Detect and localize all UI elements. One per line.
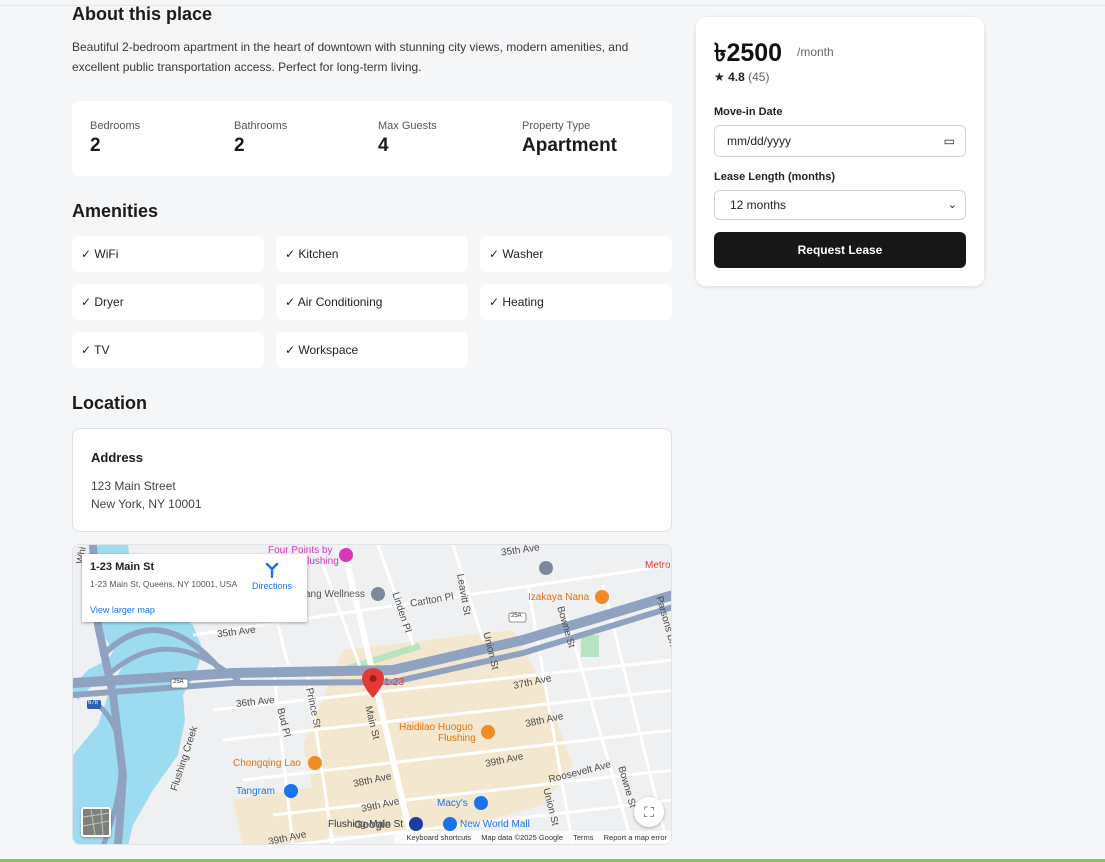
amenity-air-conditioning: ✓ Air Conditioning — [276, 284, 468, 320]
poi-label: Chongqing Lao — [233, 758, 301, 769]
amenity-dryer: ✓ Dryer — [72, 284, 264, 320]
poi-label: Macy's — [437, 798, 468, 809]
poi-label: Tangram — [236, 786, 275, 797]
amenity-kitchen: ✓ Kitchen — [276, 236, 468, 272]
restaurant-icon[interactable] — [308, 756, 322, 770]
stat-value: 2 — [234, 135, 245, 156]
stat-bedrooms: Bedrooms 2 — [90, 120, 140, 157]
stat-bathrooms: Bathrooms 2 — [234, 120, 287, 157]
map-embed[interactable]: 35th Ave 35th Ave Carlton Pl Linden Pl L… — [72, 544, 672, 845]
star-icon: ★ — [714, 70, 725, 84]
map-attribution: Keyboard shortcuts Map data ©2025 Google… — [394, 831, 671, 844]
stat-label: Bedrooms — [90, 120, 141, 132]
map-pin-icon[interactable] — [362, 668, 384, 698]
satellite-toggle[interactable] — [81, 807, 111, 837]
chevron-down-icon: ⌄ — [947, 199, 957, 211]
stat-label: Property Type — [522, 120, 591, 132]
stat-value: 4 — [378, 135, 389, 156]
stat-label: Max Guests — [378, 120, 437, 132]
stat-value: 2 — [90, 135, 101, 156]
info-title: 1-23 Main St — [90, 561, 155, 573]
info-address: 1-23 Main St, Queens, NY 10001, USA — [90, 579, 238, 589]
view-larger-map-link[interactable]: View larger map — [90, 605, 155, 615]
stat-property-type: Property Type Apartment — [522, 120, 617, 157]
about-heading: About this place — [72, 4, 213, 24]
satellite-thumbnail-icon — [83, 809, 109, 835]
rating-value: 4.8 — [728, 70, 745, 84]
price-period: /month — [797, 45, 834, 59]
review-count: (45) — [748, 70, 770, 84]
shopping-icon[interactable] — [474, 796, 488, 810]
poi-label: Izakaya Nana — [528, 592, 590, 603]
stat-value: Apartment — [522, 135, 618, 156]
stat-label: Bathrooms — [234, 120, 288, 132]
poi-label: Flushing — [438, 733, 476, 744]
amenity-wifi: ✓ WiFi — [72, 236, 264, 272]
address-line-1: 123 Main Street — [91, 479, 176, 493]
shopping-icon[interactable] — [284, 784, 298, 798]
amenities-heading: Amenities — [72, 201, 159, 221]
property-stats-card: Bedrooms 2 Bathrooms 2 Max Guests 4 Prop… — [72, 101, 672, 176]
school-icon[interactable] — [539, 561, 553, 575]
poi-label: Metro — [645, 560, 671, 571]
lease-length-value: 12 months — [730, 198, 787, 212]
shopping-icon[interactable] — [443, 817, 457, 831]
lease-length-select[interactable]: 12 months ⌄ — [714, 190, 966, 220]
address-title: Address — [91, 450, 144, 465]
report-error-link[interactable]: Report a map error — [604, 833, 667, 842]
stat-max-guests: Max Guests 4 — [378, 120, 437, 157]
directions-icon[interactable] — [264, 562, 280, 578]
amenity-washer: ✓ Washer — [480, 236, 672, 272]
route-shield: 678 — [88, 700, 99, 706]
restaurant-icon[interactable] — [595, 590, 609, 604]
amenity-workspace: ✓ Workspace — [276, 332, 468, 368]
restaurant-icon[interactable] — [481, 725, 495, 739]
terms-link[interactable]: Terms — [573, 833, 593, 842]
about-description: Beautiful 2-bedroom apartment in the hea… — [72, 40, 629, 74]
poi-label: New World Mall — [460, 819, 530, 830]
google-logo: Google — [354, 819, 391, 831]
poi-label: ang Wellness — [305, 589, 365, 600]
booking-card: ৳2500 /month ★ 4.8 (45) Move-in Date mm/… — [696, 17, 984, 286]
poi-label: Haidilao Huoguo — [399, 722, 473, 733]
amenity-tv: ✓ TV — [72, 332, 264, 368]
keyboard-shortcuts-link[interactable]: Keyboard shortcuts — [406, 833, 471, 842]
fullscreen-icon: ⛶ — [644, 804, 654, 820]
subway-icon[interactable] — [409, 817, 423, 831]
poi-marker-icon[interactable] — [371, 587, 385, 601]
fullscreen-button[interactable]: ⛶ — [634, 797, 664, 827]
address-card: Address 123 Main Street New York, NY 100… — [72, 428, 672, 532]
hotel-icon[interactable] — [339, 548, 353, 562]
date-placeholder: mm/dd/yyyy — [727, 134, 792, 148]
pin-label: 1-23 — [384, 677, 405, 688]
map-data-text: Map data ©2025 Google — [481, 833, 564, 842]
route-shield: 25A — [511, 613, 522, 619]
address-line-2: New York, NY 10001 — [91, 497, 202, 511]
calendar-icon[interactable]: ▭ — [944, 126, 955, 156]
move-in-date-input[interactable]: mm/dd/yyyy ▭ — [714, 125, 966, 157]
location-heading: Location — [72, 393, 147, 413]
map-info-window: 1-23 Main St 1-23 Main St, Queens, NY 10… — [82, 554, 307, 622]
request-lease-button[interactable]: Request Lease — [714, 232, 966, 268]
move-in-label: Move-in Date — [714, 106, 783, 118]
directions-link[interactable]: Directions — [252, 581, 292, 591]
lease-length-label: Lease Length (months) — [714, 171, 836, 183]
route-shield: 25A — [173, 679, 184, 685]
amenity-heating: ✓ Heating — [480, 284, 672, 320]
rating: ★ 4.8 (45) — [714, 70, 769, 84]
